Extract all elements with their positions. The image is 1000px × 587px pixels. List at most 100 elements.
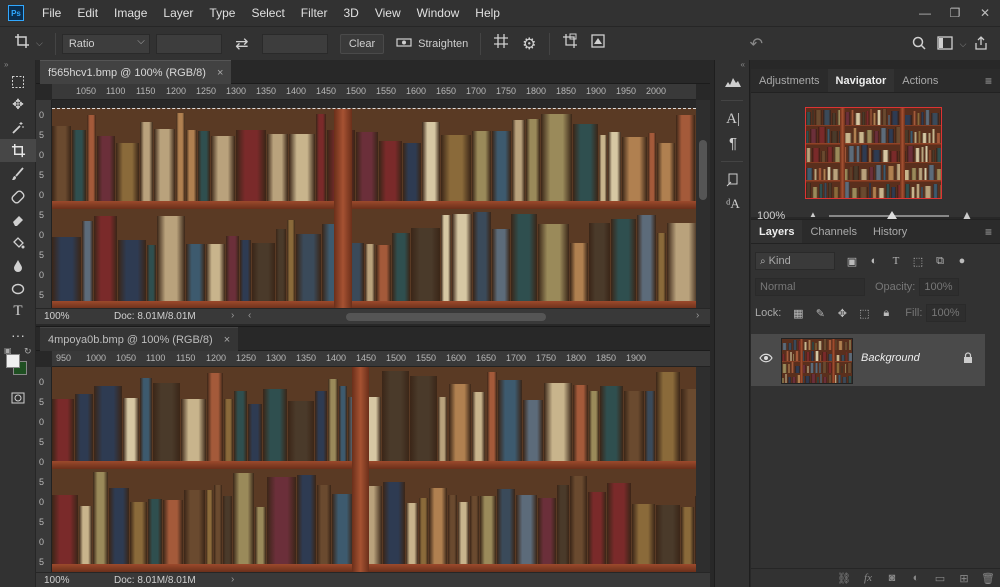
tab-layers[interactable]: Layers [751, 220, 803, 243]
glyphs-icon[interactable]: ᵈA [715, 192, 751, 216]
lock-position-icon[interactable]: ✥ [831, 307, 853, 320]
collapse-panels-icon[interactable]: « [715, 60, 749, 70]
zoom-slider-handle[interactable] [887, 211, 897, 219]
scrollbar-thumb[interactable] [699, 140, 707, 200]
filter-shape-icon[interactable]: ⬚ [907, 255, 929, 268]
lock-transparent-icon[interactable]: ▦ [787, 307, 809, 320]
straighten-label[interactable]: Straighten [418, 38, 468, 50]
workspace-chevron-icon[interactable]: ⌵ [958, 39, 968, 50]
paragraph-panel-icon[interactable]: ¶ [715, 131, 751, 155]
brush-icon[interactable] [0, 162, 36, 185]
filter-smart-object-icon[interactable]: ⧉ [929, 255, 951, 268]
document-canvas[interactable] [52, 108, 696, 308]
tab-channels[interactable]: Channels [802, 220, 864, 243]
delete-cropped-icon[interactable] [556, 33, 584, 54]
swap-colors-icon[interactable]: ↻ [24, 346, 32, 357]
doc-size-info[interactable]: Doc: 8.01M/8.01M [114, 575, 196, 586]
properties-icon[interactable] [715, 168, 751, 192]
ratio-select[interactable]: Ratio [61, 33, 150, 54]
vertical-ruler[interactable]: 0 5 0 5 0 5 0 5 0 5 [36, 367, 52, 572]
new-layer-icon[interactable]: ⊞ [952, 572, 976, 585]
share-icon[interactable] [968, 35, 994, 53]
filter-toggle-icon[interactable]: ● [951, 255, 973, 267]
blur-icon[interactable] [0, 254, 36, 277]
vertical-ruler[interactable]: 0 5 0 5 0 5 0 5 0 5 [36, 100, 52, 308]
character-panel-icon[interactable]: A| [715, 107, 751, 131]
eye-icon[interactable] [759, 352, 773, 366]
grid-overlay-icon[interactable] [487, 33, 515, 54]
vertical-scrollbar[interactable] [696, 100, 710, 308]
text-tool-icon[interactable]: T [0, 300, 36, 323]
layer-name[interactable]: Background [861, 352, 920, 364]
document-tab[interactable]: f565hcv1.bmp @ 100% (RGB/8) × [40, 60, 232, 84]
menu-view[interactable]: View [367, 0, 409, 26]
status-arrow-icon[interactable]: › [231, 310, 234, 321]
tool-preset-chevron-icon[interactable]: ⌵ [36, 38, 43, 49]
reset-icon[interactable]: ↶ [742, 34, 770, 54]
paint-bucket-icon[interactable] [0, 231, 36, 254]
tab-actions[interactable]: Actions [894, 69, 946, 92]
tab-history[interactable]: History [865, 220, 915, 243]
layer-thumbnail[interactable] [781, 338, 853, 384]
doc-size-info[interactable]: Doc: 8.01M/8.01M [114, 311, 196, 322]
menu-select[interactable]: Select [243, 0, 292, 26]
layer-filter-kind-select[interactable]: ⌕ Kind [755, 252, 835, 270]
panel-menu-icon[interactable]: ≡ [985, 69, 992, 93]
quick-mask-icon[interactable] [0, 386, 36, 409]
crop-icon[interactable] [8, 33, 36, 54]
dodge-icon[interactable] [0, 277, 36, 300]
crop-tool-icon[interactable] [0, 139, 36, 162]
tab-adjustments[interactable]: Adjustments [751, 69, 828, 92]
histogram-icon[interactable] [715, 70, 751, 94]
straighten-icon[interactable] [390, 35, 418, 53]
horizontal-scrollbar-thumb[interactable] [346, 313, 546, 321]
filter-type-icon[interactable]: T [885, 255, 907, 267]
menu-image[interactable]: Image [106, 0, 155, 26]
blend-mode-select[interactable]: Normal [755, 278, 865, 296]
search-icon[interactable] [906, 36, 932, 53]
zoom-level[interactable]: 100% [44, 311, 70, 322]
restore-button[interactable]: ❐ [940, 6, 970, 20]
filter-adjustment-icon[interactable]: ◐ [863, 255, 885, 267]
fx-icon[interactable]: fx [856, 572, 880, 584]
horizontal-ruler[interactable]: 1050 1100 1150 1200 1250 1300 1350 1400 … [52, 84, 696, 100]
menu-edit[interactable]: Edit [69, 0, 106, 26]
menu-help[interactable]: Help [467, 0, 508, 26]
scroll-left-icon[interactable]: ‹ [248, 310, 251, 321]
menu-type[interactable]: Type [201, 0, 243, 26]
menu-3d[interactable]: 3D [335, 0, 366, 26]
eraser-icon[interactable] [0, 208, 36, 231]
close-tab-icon[interactable]: × [224, 334, 230, 346]
zoom-out-icon[interactable]: ▲ [809, 210, 817, 219]
height-field[interactable] [261, 33, 328, 54]
group-icon[interactable]: ▭ [928, 572, 952, 585]
move-tool-icon[interactable]: ✥ [0, 93, 36, 116]
minimize-button[interactable]: — [910, 6, 940, 20]
collapse-toolbar-icon[interactable]: » [0, 60, 35, 70]
swap-icon[interactable]: ⇄ [228, 34, 256, 54]
menu-file[interactable]: File [34, 0, 69, 26]
trash-icon[interactable]: 🗑︎ [976, 572, 1000, 585]
menu-filter[interactable]: Filter [293, 0, 336, 26]
navigator-thumbnail[interactable] [805, 107, 942, 199]
lock-icon[interactable] [963, 352, 973, 367]
close-tab-icon[interactable]: × [217, 67, 223, 79]
content-aware-icon[interactable] [584, 33, 612, 54]
zoom-level[interactable]: 100% [44, 575, 70, 586]
scroll-right-icon[interactable]: › [696, 310, 699, 321]
width-field[interactable] [155, 33, 222, 54]
menu-window[interactable]: Window [409, 0, 468, 26]
layer-row[interactable]: Background [751, 334, 985, 386]
link-icon[interactable]: ⛓ [832, 572, 856, 585]
mask-icon[interactable]: ◙ [880, 572, 904, 584]
document-tab[interactable]: 4mpoya0b.bmp @ 100% (RGB/8) × [40, 327, 239, 351]
lock-image-icon[interactable]: ✎ [809, 307, 831, 320]
color-swatches[interactable]: ▣ ↻ [0, 346, 36, 386]
adjustment-layer-icon[interactable]: ◐ [904, 572, 928, 584]
vertical-scrollbar[interactable] [696, 367, 710, 572]
lock-artboard-icon[interactable]: ⬚ [853, 307, 875, 320]
healing-brush-icon[interactable] [0, 185, 36, 208]
fill-field[interactable]: 100% [926, 304, 967, 322]
lock-all-icon[interactable]: 🔒︎ [875, 307, 897, 320]
opacity-field[interactable]: 100% [919, 278, 960, 296]
